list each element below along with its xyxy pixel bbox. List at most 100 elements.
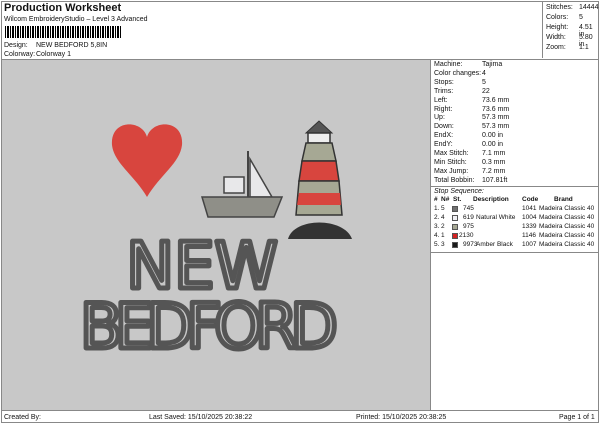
boat-icon [200, 151, 284, 218]
seq-number: 4. [434, 232, 440, 239]
machine-row: Total Bobbin: 107.81ft [434, 176, 507, 185]
color-swatch [452, 224, 458, 230]
machine-label: Up: [434, 114, 445, 122]
machine-label: Total Bobbin: [434, 176, 475, 184]
thread-code: 1004 [522, 214, 537, 221]
heart-icon [111, 124, 183, 197]
stat-row: Height: 4.51 in [546, 24, 593, 38]
color-swatch [452, 215, 458, 221]
stat-value: 5 [579, 14, 583, 21]
design-label: Design: [4, 42, 28, 49]
stat-row: Stitches: 14444 [546, 4, 598, 11]
column-header: Brand [554, 196, 573, 203]
column-header: St. [453, 196, 462, 203]
needle-number: 5 [441, 205, 445, 212]
machine-label: EndY: [434, 141, 453, 149]
machine-value: 57.3 mm [482, 123, 510, 131]
design-name: NEW BEDFORD 5,8IN [36, 42, 108, 49]
machine-row: Left: 73.6 mm [434, 96, 509, 105]
machine-row: Max Jump: 7.2 mm [434, 167, 505, 176]
seq-number: 1. [434, 205, 440, 212]
machine-label: Down: [434, 123, 454, 131]
machine-value: 0.00 in [482, 132, 504, 140]
stat-row: Width: 5.80 in [546, 34, 593, 48]
color-swatch [452, 233, 458, 239]
machine-value: 5 [482, 78, 486, 86]
machine-value: 73.6 mm [482, 105, 510, 113]
machine-label: Color changes: [434, 69, 482, 77]
thread-brand: Madeira Classic 40 [539, 232, 595, 239]
color-swatch [452, 242, 458, 248]
column-header: Code [522, 196, 539, 203]
thread-code: 1339 [522, 223, 537, 230]
thread-brand: Madeira Classic 40 [539, 223, 595, 230]
machine-row: EndY: 0.00 in [434, 141, 503, 149]
machine-label: Min Stitch: [434, 158, 467, 166]
machine-row: Machine: Tajima [434, 61, 502, 69]
thread-brand: Madeira Classic 40 [539, 205, 595, 212]
thread-code: 1041 [522, 205, 537, 212]
stats-panel: Stitches: 14444 Colors: 5 Height: 4.51 in Widt… [542, 1, 599, 58]
divider [431, 252, 599, 253]
footer: Created By: Last Saved: 15/10/2025 20:38… [1, 410, 599, 423]
machine-value: 57.3 mm [482, 114, 510, 122]
machine-label: Left: [434, 96, 448, 104]
machine-label: Right: [434, 105, 453, 113]
artwork-line2: BEDFORD [80, 290, 338, 363]
seq-number: 5. [434, 241, 440, 248]
software-name: Wilcom EmbroideryStudio – Level 3 Advanc… [4, 16, 148, 23]
stat-label: Height: [546, 24, 569, 31]
page-title: Production Worksheet [4, 2, 122, 14]
colorway-name: Colorway 1 [36, 51, 72, 58]
machine-value: 0.3 mm [482, 158, 506, 166]
thread-brand: Madeira Classic 40 [539, 241, 595, 248]
machine-row: Trims: 22 [434, 87, 490, 96]
lighthouse-icon [288, 120, 352, 239]
sequence-row: 3. 2 975 1339 Madeira Classic 40 [434, 223, 599, 232]
machine-label: Stops: [434, 78, 454, 86]
machine-value: 22 [482, 87, 490, 95]
thread-brand: Madeira Classic 40 [539, 214, 595, 221]
sequence-row: 4. 1 2130 1146 Madeira Classic 40 [434, 232, 599, 241]
stat-value: 1:1 [579, 44, 589, 51]
color-swatch [452, 206, 458, 212]
thread-number: 975 [463, 223, 474, 230]
printed-date: Printed: 15/10/2025 20:38:25 [356, 414, 447, 421]
stat-value: 14444 [579, 4, 599, 11]
last-saved: Last Saved: 15/10/2025 20:38:22 [149, 414, 253, 421]
thread-number: 619 [463, 214, 474, 221]
machine-row: Right: 73.6 mm [434, 105, 509, 114]
column-header: N# [441, 196, 450, 203]
machine-info-panel: Machine: Tajima Color changes: 4 Stops: 5 Trim… [430, 59, 599, 410]
barcode [5, 26, 121, 38]
machine-row: Up: 57.3 mm [434, 114, 509, 122]
thread-number: 2130 [459, 232, 474, 239]
machine-value: 107.81ft [482, 176, 508, 184]
thread-number: 745 [463, 205, 474, 212]
machine-value: Tajima [482, 61, 503, 68]
stop-sequence-title: Stop Sequence: [431, 186, 599, 196]
stat-row: Zoom: 1:1 [546, 44, 589, 51]
machine-value: 7.2 mm [482, 167, 506, 175]
machine-value: 0.00 in [482, 141, 504, 149]
column-header: Description [473, 196, 509, 203]
machine-label: Machine: [434, 61, 463, 68]
thread-description: Amber Black [476, 241, 513, 248]
stat-label: Width: [546, 34, 566, 41]
machine-label: EndX: [434, 132, 454, 140]
stat-label: Colors: [546, 14, 569, 21]
machine-row: Min Stitch: 0.3 mm [434, 158, 505, 167]
machine-row: Down: 57.3 mm [434, 123, 509, 131]
seq-number: 3. [434, 223, 440, 230]
stat-label: Stitches: [546, 4, 573, 11]
design-preview: NEW BEDFORD [2, 59, 430, 410]
machine-row: Color changes: 4 [434, 69, 486, 78]
machine-label: Max Jump: [434, 167, 469, 175]
sequence-row: 5. 3 9973 Amber Black 1007 Madeira Class… [434, 241, 599, 250]
machine-value: 4 [482, 69, 486, 77]
machine-label: Trims: [434, 87, 454, 95]
machine-label: Max Stitch: [434, 150, 469, 157]
sequence-row: 2. 4 619 Natural White 1004 Madeira Clas… [434, 214, 599, 223]
needle-number: 2 [441, 223, 445, 230]
needle-number: 3 [441, 241, 445, 248]
